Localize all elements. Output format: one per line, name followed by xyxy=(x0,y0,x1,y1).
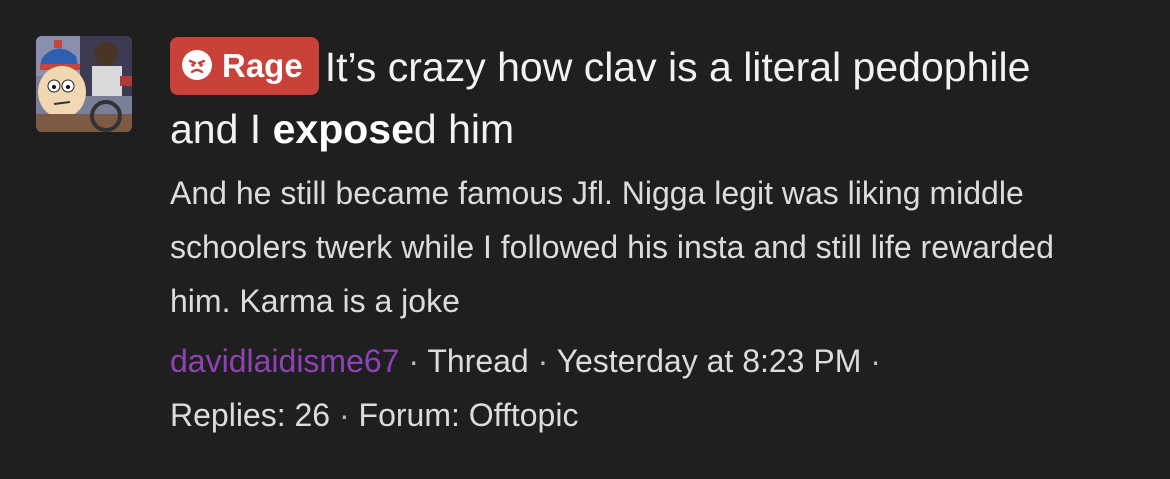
content-type: Thread xyxy=(427,343,529,379)
thread-prefix-badge[interactable]: Rage xyxy=(170,37,319,95)
meta-separator: · xyxy=(870,343,881,379)
result-snippet: And he still became famous Jfl. Nigga le… xyxy=(170,175,1054,319)
title-highlight: expose xyxy=(272,106,414,152)
author-link[interactable]: davidlaidisme67 xyxy=(170,343,399,379)
forum-link[interactable]: Forum: Offtopic xyxy=(359,397,579,433)
result-title[interactable]: Rage It’s crazy how clav is a literal ped… xyxy=(170,36,1110,160)
result-content: Rage It’s crazy how clav is a literal ped… xyxy=(170,36,1110,442)
prefix-label: Rage xyxy=(222,47,303,84)
meta-separator: · xyxy=(338,397,350,433)
result-meta: davidlaidisme67 · Thread · Yesterday at … xyxy=(170,334,1110,442)
reply-count: Replies: 26 xyxy=(170,397,331,433)
post-date: Yesterday at 8:23 PM xyxy=(556,343,862,379)
title-text-end: d him xyxy=(413,106,515,152)
meta-separator: · xyxy=(537,343,549,379)
angry-face-icon xyxy=(182,50,212,80)
avatar[interactable] xyxy=(36,36,132,132)
meta-separator: · xyxy=(408,343,420,379)
avatar-image xyxy=(36,36,132,132)
